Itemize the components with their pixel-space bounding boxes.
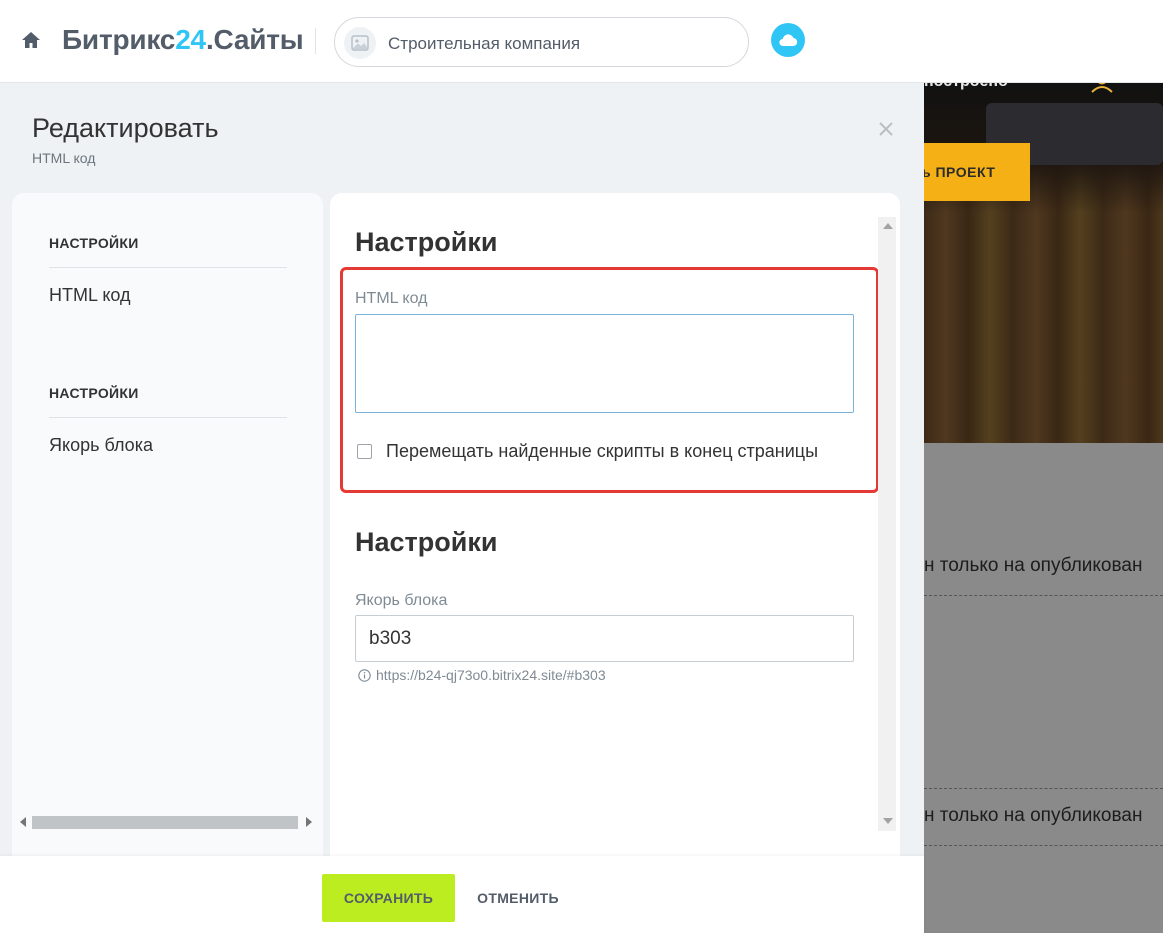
settings-nav: НАСТРОЙКИ HTML код НАСТРОЙКИ Якорь блока <box>12 193 323 933</box>
nav-item-block-anchor[interactable]: Якорь блока <box>49 435 287 456</box>
nav-section: НАСТРОЙКИ Якорь блока <box>49 385 287 456</box>
anchor-url-hint: https://b24-qj73o0.bitrix24.site/#b303 <box>358 667 606 683</box>
info-icon <box>358 668 371 682</box>
move-scripts-label: Перемещать найденные скрипты в конец стр… <box>386 441 819 461</box>
site-name: Строительная компания <box>388 34 581 53</box>
site-selector[interactable]: Строительная компания <box>334 17 749 67</box>
preview-hero-image <box>924 83 1163 443</box>
nav-item-html-code[interactable]: HTML код <box>49 285 287 306</box>
cloud-icon[interactable] <box>771 23 805 57</box>
scrollbar-thumb[interactable] <box>32 816 298 829</box>
scroll-up-icon[interactable] <box>883 223 893 229</box>
anchor-url: https://b24-qj73o0.bitrix24.site/#b303 <box>376 667 606 683</box>
panel-footer: СОХРАНИТЬ ОТМЕНИТЬ <box>0 856 924 933</box>
preview-divider <box>924 788 1163 789</box>
brand-accent: 24 <box>175 24 206 55</box>
scroll-left-icon[interactable] <box>20 817 26 827</box>
brand-prefix: Битрикс <box>62 24 176 55</box>
edit-panel: Редактировать HTML код НАСТРОЙКИ HTML ко… <box>0 83 924 933</box>
home-icon[interactable] <box>20 29 42 51</box>
section-title: Настройки <box>355 527 498 557</box>
panel-title: Редактировать <box>32 113 219 143</box>
top-bar: Битрикс24.Сайты Строительная компания <box>0 0 1163 83</box>
preview-divider <box>924 595 1163 596</box>
panel-subtitle: HTML код <box>32 150 96 166</box>
html-code-textarea[interactable] <box>355 314 854 413</box>
close-icon[interactable] <box>874 117 898 141</box>
scroll-right-icon[interactable] <box>306 817 312 827</box>
move-scripts-option[interactable]: Перемещать найденные скрипты в конец стр… <box>357 441 818 462</box>
nav-heading: НАСТРОЙКИ <box>49 385 287 418</box>
move-scripts-checkbox[interactable] <box>357 444 372 459</box>
nav-section: НАСТРОЙКИ HTML код <box>49 235 287 306</box>
html-code-label: HTML код <box>355 290 428 307</box>
save-button[interactable]: СОХРАНИТЬ <box>322 874 455 922</box>
site-preview: построено ь ПРОЕКТ н только на опубликов… <box>924 83 1163 933</box>
brand-divider <box>315 28 316 54</box>
settings-form: Настройки HTML код Перемещать найденные … <box>330 193 900 933</box>
brand-logo[interactable]: Битрикс24.Сайты <box>62 24 304 56</box>
preview-divider <box>924 845 1163 846</box>
section-title: Настройки <box>355 227 498 257</box>
scroll-down-icon[interactable] <box>883 818 893 824</box>
block-anchor-label: Якорь блока <box>355 592 448 609</box>
image-icon <box>344 27 376 59</box>
user-icon <box>1089 83 1115 98</box>
horizontal-scrollbar[interactable] <box>18 813 318 831</box>
preview-cta-button[interactable]: ь ПРОЕКТ <box>924 143 1030 201</box>
preview-notice: н только на опубликован <box>924 555 1143 576</box>
nav-heading: НАСТРОЙКИ <box>49 235 287 268</box>
cancel-button[interactable]: ОТМЕНИТЬ <box>466 874 570 922</box>
preview-notice: н только на опубликован <box>924 805 1143 826</box>
preview-top-text: построено <box>924 83 1008 91</box>
brand-suffix: .Сайты <box>205 24 304 55</box>
block-anchor-input[interactable] <box>355 615 854 662</box>
vertical-scrollbar[interactable] <box>878 217 896 831</box>
